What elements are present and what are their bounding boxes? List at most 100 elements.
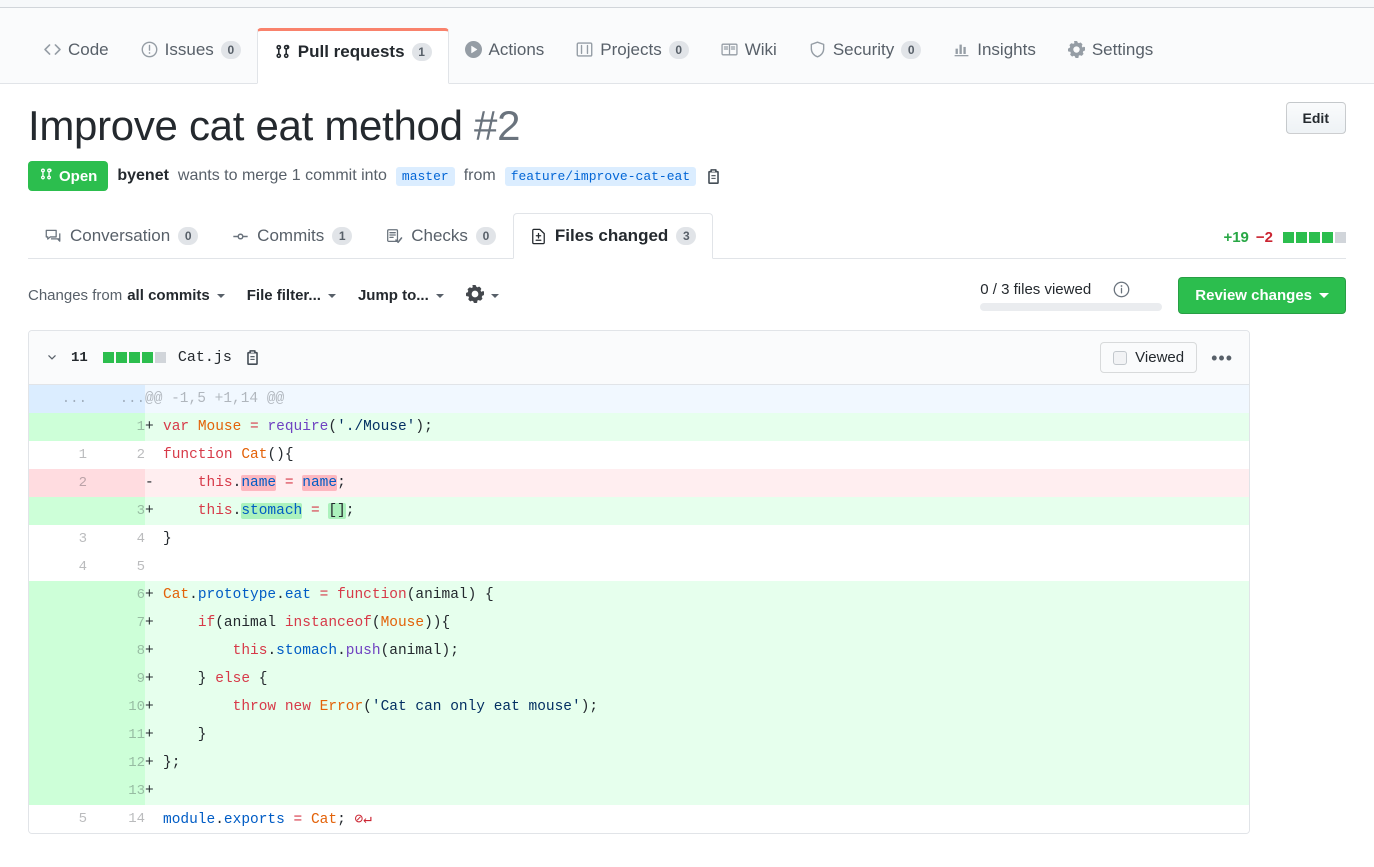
reponav-item-wiki[interactable]: Wiki <box>705 27 793 83</box>
diff-line-number-old[interactable] <box>29 749 87 778</box>
head-branch-tag[interactable]: feature/improve-cat-eat <box>504 166 697 186</box>
review-changes-button[interactable]: Review changes <box>1178 277 1346 315</box>
diff-line-number-new[interactable]: 14 <box>87 805 145 834</box>
diff-line-add: 10 + throw new Error('Cat can only eat mo… <box>29 693 1249 722</box>
diff-line-content[interactable]: + if(animal instanceof(Mouse)){ <box>145 609 1249 638</box>
file-name[interactable]: Cat.js <box>178 349 232 366</box>
pr-author[interactable]: byenet <box>117 167 169 185</box>
diff-line-content[interactable]: + <box>145 777 1249 806</box>
diff-line-number-old[interactable]: 2 <box>29 469 87 498</box>
diffstat-block <box>1296 232 1307 244</box>
chevron-down-icon[interactable] <box>45 351 59 365</box>
diff-line-number-new[interactable]: 5 <box>87 553 145 582</box>
diff-line-add: 1 + var Mouse = require('./Mouse'); <box>29 413 1249 442</box>
diff-line-number-old[interactable] <box>29 581 87 610</box>
diffstat-additions: +19 <box>1223 229 1249 247</box>
diff-line-content[interactable]: + this.stomach.push(animal); <box>145 637 1249 666</box>
diff-line-content[interactable]: + this.stomach = []; <box>145 497 1249 526</box>
reponav-item-label: Projects <box>600 39 662 59</box>
diff-settings-dropdown[interactable] <box>465 284 499 307</box>
diff-line-number-old[interactable] <box>29 777 87 806</box>
reponav-item-issues[interactable]: Issues 0 <box>125 27 257 83</box>
copy-branch-icon[interactable] <box>705 168 722 185</box>
chevron-down-icon <box>1319 293 1329 299</box>
diff-line-content[interactable]: function Cat(){ <box>145 441 1249 470</box>
diff-line-number-new[interactable]: 10 <box>87 693 145 722</box>
diff-line-content[interactable]: + var Mouse = require('./Mouse'); <box>145 413 1249 442</box>
tab-commits[interactable]: Commits 1 <box>215 213 369 259</box>
diff-line-content[interactable]: } <box>145 525 1249 554</box>
jump-to-dropdown[interactable]: Jump to... <box>358 287 444 304</box>
diff-line-number-old[interactable] <box>29 413 87 442</box>
diff-line-content[interactable] <box>145 553 1249 582</box>
diff-line-content[interactable]: @@ -1,5 +1,14 @@ <box>145 385 1249 414</box>
files-viewed-progress: 0 / 3 files viewed <box>980 281 1163 311</box>
copy-path-icon[interactable] <box>244 349 261 366</box>
diff-line-number-new[interactable]: 8 <box>87 637 145 666</box>
diff-line-number-old[interactable] <box>29 497 87 526</box>
status-badge-label: Open <box>59 167 98 185</box>
browser-top-strip <box>0 0 1374 8</box>
reponav-item-actions[interactable]: Actions <box>449 27 561 83</box>
repository-nav: Code Issues 0 Pull requests 1 Actions Projects… <box>0 8 1374 84</box>
diff-line-number-new[interactable]: 3 <box>87 497 145 526</box>
diff-line-number-new[interactable]: 6 <box>87 581 145 610</box>
diff-line-number-old[interactable]: 4 <box>29 553 87 582</box>
diff-line-number-old[interactable] <box>29 609 87 638</box>
checkbox-input[interactable] <box>1113 350 1128 365</box>
kebab-horizontal-icon[interactable]: ••• <box>1211 349 1233 367</box>
status-badge: Open <box>28 161 109 192</box>
chevron-down-icon <box>435 293 444 298</box>
tab-checks[interactable]: Checks 0 <box>369 213 513 259</box>
diff-line-number-old[interactable] <box>29 637 87 666</box>
diff-line-number-old[interactable] <box>29 693 87 722</box>
diff-line-number-old[interactable] <box>29 721 87 750</box>
reponav-item-settings[interactable]: Settings <box>1052 27 1169 83</box>
diff-line-number-new[interactable]: 2 <box>87 441 145 470</box>
diff-line-ctx: 3 4} <box>29 525 1249 554</box>
diff-line-number-new[interactable]: 13 <box>87 777 145 806</box>
diff-line-number-new[interactable]: 11 <box>87 721 145 750</box>
diff-line-content[interactable]: + Cat.prototype.eat = function(animal) { <box>145 581 1249 610</box>
book-icon <box>721 41 738 58</box>
viewed-checkbox[interactable]: Viewed <box>1100 342 1198 374</box>
diff-line-number-new[interactable]: 9 <box>87 665 145 694</box>
reponav-item-projects[interactable]: Projects 0 <box>560 27 704 83</box>
diff-line-add: 13 + <box>29 777 1249 806</box>
reponav-item-security[interactable]: Security 0 <box>793 27 937 83</box>
tab-conversation[interactable]: Conversation 0 <box>28 213 215 259</box>
file-filter-dropdown[interactable]: File filter... <box>247 287 336 304</box>
diff-line-number-new[interactable] <box>87 469 145 498</box>
diff-line-number-old[interactable]: 1 <box>29 441 87 470</box>
diff-table: ...... @@ -1,5 +1,14 @@ 1 + var Mouse = requ… <box>29 385 1249 834</box>
reponav-item-pull-requests[interactable]: Pull requests 1 <box>256 28 449 84</box>
diffstat-block <box>1322 232 1333 244</box>
progress-bar <box>980 302 1163 311</box>
tab-files-changed[interactable]: Files changed 3 <box>512 213 714 260</box>
reponav-item-code[interactable]: Code <box>28 27 125 83</box>
edit-button[interactable]: Edit <box>1285 102 1346 134</box>
diff-line-number-new[interactable]: 1 <box>87 413 145 442</box>
diff-line-content[interactable]: + throw new Error('Cat can only eat mous… <box>145 693 1249 722</box>
diff-line-content[interactable]: + } else { <box>145 665 1249 694</box>
diff-line-content[interactable]: + } <box>145 721 1249 750</box>
diffstat-block <box>128 352 140 364</box>
diff-line-content[interactable]: module.exports = Cat; ⊘↵ <box>145 805 1249 834</box>
pull-request-meta: Open byenet wants to merge 1 commit into… <box>28 161 1346 192</box>
diff-line-content[interactable]: - this.name = name; <box>145 469 1249 498</box>
info-icon[interactable] <box>1113 281 1130 298</box>
diff-line-number-old[interactable]: ... <box>29 385 87 414</box>
diff-line-number-new[interactable]: ... <box>87 385 145 414</box>
diff-line-number-old[interactable] <box>29 665 87 694</box>
reponav-item-insights[interactable]: Insights <box>937 27 1052 83</box>
diff-line-number-new[interactable]: 4 <box>87 525 145 554</box>
base-branch-tag[interactable]: master <box>395 166 455 186</box>
diff-line-number-new[interactable]: 12 <box>87 749 145 778</box>
graph-icon <box>953 41 970 58</box>
changes-from-dropdown[interactable]: Changes from all commits <box>28 287 225 304</box>
shield-icon <box>809 41 826 58</box>
diff-line-content[interactable]: +}; <box>145 749 1249 778</box>
diff-line-number-new[interactable]: 7 <box>87 609 145 638</box>
diff-line-number-old[interactable]: 3 <box>29 525 87 554</box>
diff-line-number-old[interactable]: 5 <box>29 805 87 834</box>
